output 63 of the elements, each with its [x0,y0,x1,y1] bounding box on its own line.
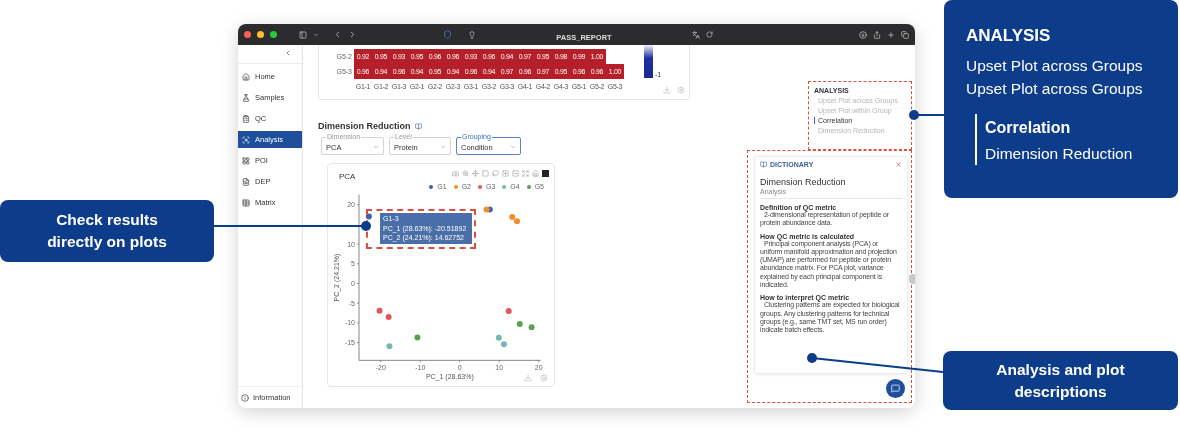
collapse-icon[interactable] [284,49,292,57]
data-point[interactable] [528,324,535,331]
callout-item: Dimension Reduction [975,142,1178,165]
close-icon[interactable] [895,161,902,168]
data-point[interactable] [385,314,392,320]
data-point[interactable] [505,308,512,315]
zoom-icon[interactable] [462,170,469,177]
clipboard-icon [242,114,250,123]
entry-title: Dimension Reduction [760,177,847,187]
callout-text: Analysis and plot descriptions [995,359,1126,402]
sidebar-icon[interactable] [299,30,307,39]
document-icon [242,177,250,186]
book-icon[interactable] [414,122,422,130]
data-point[interactable] [483,206,490,213]
callout-item: Correlation [975,114,1178,142]
close-window-button[interactable] [244,31,251,38]
zoom-out-icon[interactable] [512,170,519,177]
grid-icon [242,156,250,165]
section-title: Dimension Reduction [318,121,411,131]
lasso-icon[interactable] [492,170,499,177]
forward-icon[interactable] [348,30,357,39]
book-icon [760,161,767,168]
minimize-window-button[interactable] [257,31,264,38]
data-point[interactable] [509,213,516,220]
box-select-icon[interactable] [482,170,489,177]
lightbulb-icon[interactable] [468,30,476,39]
shield-icon[interactable] [443,30,452,39]
chat-button[interactable] [886,379,905,398]
chevron-down-icon[interactable] [313,31,319,38]
tabs-icon[interactable] [901,30,909,39]
share-icon[interactable] [873,30,881,39]
data-point[interactable] [376,307,383,314]
color-scale [644,45,653,78]
camera-icon[interactable] [452,170,459,177]
back-icon[interactable] [333,30,342,39]
data-point[interactable] [514,218,520,225]
data-point[interactable] [365,213,372,220]
chevron-down-icon [373,144,379,150]
download-icon[interactable] [859,30,867,39]
new-tab-icon[interactable] [887,30,895,39]
chevron-down-icon [510,144,516,150]
callout-title: ANALYSIS [966,26,1052,46]
data-point[interactable] [414,334,421,341]
chat-icon [891,384,900,393]
chevron-down-icon [440,144,446,150]
search-icon [242,135,250,144]
reload-icon[interactable] [706,31,713,38]
home-icon[interactable] [532,170,539,177]
table-icon [242,198,250,207]
plot-title: PCA [339,172,356,181]
scroll-handle[interactable] [909,274,915,284]
house-icon [242,72,250,81]
callout-item: Upset Plot across Groups [966,79,1144,99]
pan-icon[interactable] [472,170,479,177]
translate-icon[interactable] [692,30,700,39]
info-icon [241,393,249,402]
maximize-window-button[interactable] [270,31,277,38]
data-point[interactable] [516,321,523,328]
flask-icon [242,93,250,102]
zoom-in-icon[interactable] [502,170,509,177]
callout-item: Upset Plot across Groups [966,56,1144,76]
callout-text: Check results directly on plots [46,210,168,252]
autoscale-icon[interactable] [522,170,529,177]
